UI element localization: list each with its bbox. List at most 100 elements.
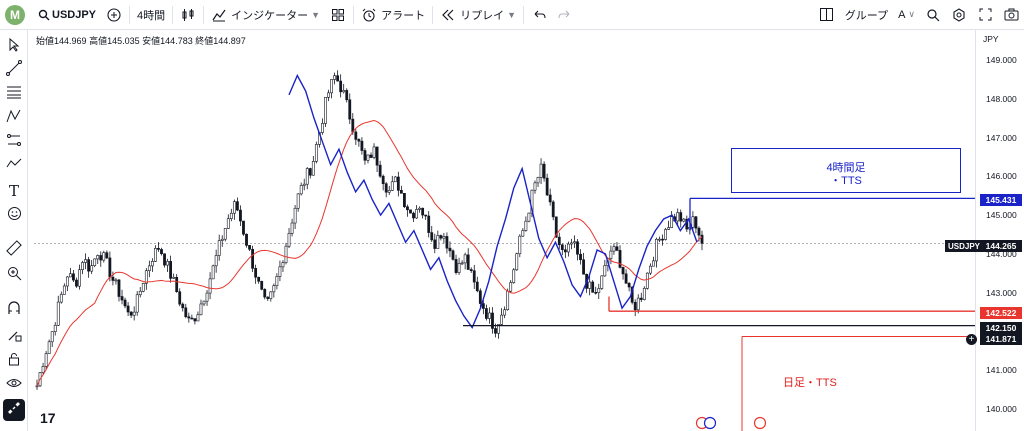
candle-up [645,272,649,289]
candle-down [129,311,133,316]
axis-tick: 149.000 [986,55,1017,65]
candle-down [75,279,78,287]
candle-up [47,341,51,355]
annotation-daily[interactable]: 日足・TTS [783,374,837,390]
candle-up [69,273,72,278]
candle-up [147,265,151,271]
candle-down [245,233,248,246]
candle-up [199,303,203,316]
candle-up [603,265,607,277]
candle-up [500,314,503,325]
candle-down [548,194,552,203]
candle-up [93,258,97,266]
candle-down [694,216,698,229]
candle-up [536,177,540,184]
candle-up [220,238,224,241]
candle-up [324,97,327,124]
candle-down [618,250,622,268]
candle-down [430,232,434,241]
candle-down [351,118,355,133]
candle-down [178,291,182,305]
candle-down [363,150,367,161]
candle-up [609,250,613,259]
ohlc-legend: 始値144.969 高値145.035 安値144.783 終値144.897 [36,34,246,47]
candle-down [409,209,412,214]
candle-down [469,269,473,272]
candle-up [229,212,233,219]
annotation-4h-line1: 4時間足 [826,162,866,174]
candle-up [460,262,464,265]
candle-down [439,235,443,239]
event-flag [703,416,717,430]
axis-tick: 143.000 [986,287,1017,298]
candle-down [239,209,242,222]
candle-down [494,328,497,334]
candle-down [236,201,239,211]
candle-down [257,276,261,282]
candle-down [472,270,476,283]
candle-up [287,233,291,247]
candle-up [102,252,106,261]
candle-up [50,331,54,343]
candle-up [463,254,467,264]
candle-down [160,249,163,255]
candle-down [700,234,704,244]
candle-up [457,263,461,273]
candle-down [266,296,270,299]
candle-up [84,259,87,263]
candle-down [485,308,488,319]
candle-up [612,246,616,252]
candle-up [296,193,300,209]
candle-up [135,294,139,313]
annotation-box-4h[interactable]: 4時間足 ・TTS [731,148,961,193]
candle-up [658,238,661,241]
currency-label[interactable]: JPY [983,34,999,44]
axis-tick: 146.000 [986,171,1017,182]
candle-down [466,254,470,270]
candle-up [211,265,215,280]
candle-up [655,238,658,262]
candle-down [454,259,458,273]
candle-up [78,269,81,287]
candle-up [314,144,318,162]
candle-up [570,242,573,245]
current-symbol-tag: USDJPY [945,240,984,252]
candle-up [648,265,652,274]
candle-up [521,230,525,237]
candle-down [263,288,267,298]
candle-down [557,236,561,246]
candle-up [509,282,513,292]
candle-down [563,249,567,253]
price-chart[interactable] [0,0,1024,431]
candle-down [639,297,643,300]
high-value: 145.035 [107,36,140,46]
candle-up [512,269,516,283]
candle-up [442,236,446,239]
candle-up [636,297,640,311]
candle-up [305,168,309,185]
candle-up [150,261,154,267]
candle-down [169,261,173,279]
price-label-current: 144.265 [980,240,1022,252]
candle-down [357,139,361,142]
candle-up [35,385,39,388]
axis-tick: 141.000 [986,365,1017,376]
candle-down [111,276,115,281]
candle-down [448,247,452,252]
annotation-4h-line2: ・TTS [830,175,862,187]
candle-up [138,290,142,296]
candle-down [545,177,549,196]
candle-up [670,216,674,228]
candle-up [691,216,695,228]
price-label-daily-tts: 142.522 [980,307,1022,319]
price-label-4h-tts: 145.431 [980,194,1022,206]
axis-tick: 145.000 [986,210,1017,221]
candle-down [99,255,103,261]
candle-down [184,307,188,318]
candle-up [667,227,670,230]
add-alert-icon[interactable]: + [966,334,977,345]
candle-down [396,176,400,191]
candle-down [72,273,75,281]
candle-down [582,259,585,275]
candle-up [302,183,306,186]
